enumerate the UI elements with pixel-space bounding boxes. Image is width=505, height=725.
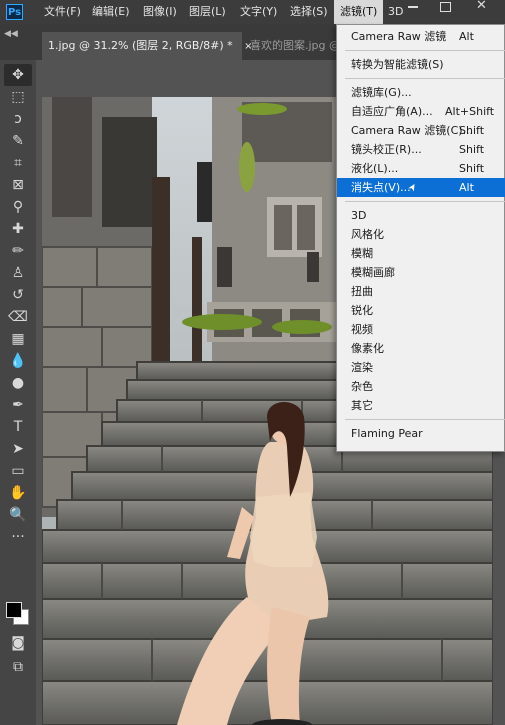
tab-label: 喜欢的图案.jpg @ [250,39,341,52]
menu-item-shortcut: Shift [459,143,485,156]
healing-brush-tool-icon[interactable]: ✚ [4,218,32,240]
tab-inactive-document[interactable]: 喜欢的图案.jpg @ [244,32,340,60]
filter-menu-item[interactable]: 液化(L)... Shift [337,159,505,178]
menu-item-label: 杂色 [351,380,373,393]
pen-tool-icon[interactable]: ✒ [4,394,32,416]
filter-menu-item[interactable]: 锐化 [337,301,505,320]
filter-menu-item[interactable]: 扭曲 [337,282,505,301]
menu-4[interactable]: 文字(Y) [240,0,277,24]
photoshop-logo: Ps [6,4,23,20]
menu-item-label: 像素化 [351,342,384,355]
menu-item-shortcut: Alt [459,30,474,43]
menu-item-shortcut: Alt+Shift [445,105,495,118]
menu-6[interactable]: 滤镜(T) [334,0,384,24]
filter-menu-item[interactable]: Camera Raw 滤镜 Alt [337,27,505,46]
filter-menu-item[interactable]: 风格化 [337,225,505,244]
lasso-tool-icon[interactable]: ↄ [4,108,32,130]
menu-item-shortcut: Shift [459,124,485,137]
photoshop-window: Ps 文件(F) 编辑(E) 图像(I) 图层(L) 文字(Y) 选择(S) 滤镜(T) 3D… [0,0,505,725]
filter-menu-item[interactable]: 3D [337,206,505,225]
menu-separator [345,201,505,202]
marquee-tool-icon[interactable]: ⬚ [4,86,32,108]
filter-menu-dropdown: Camera Raw 滤镜 Alt 转换为智能滤镜(S) 滤镜库(G)... 自适应广角… [336,24,505,452]
menu-item-label: 模糊画廊 [351,266,395,279]
menu-item-label: 转换为智能滤镜(S) [351,58,444,71]
menu-item-label: 镜头校正(R)... [351,143,422,156]
tab-label: 1.jpg @ 31.2% (图层 2, RGB/8#) * [48,39,233,52]
menu-item-label: 视频 [351,323,373,336]
menu-item-label: Camera Raw 滤镜(C)... [351,124,474,137]
filter-menu-item[interactable]: 转换为智能滤镜(S) [337,55,505,74]
maximize-icon[interactable] [440,2,451,12]
gradient-tool-icon[interactable]: ▦ [4,328,32,350]
filter-menu-item[interactable]: 视频 [337,320,505,339]
blur-tool-icon[interactable]: 💧 [4,350,32,372]
menu-item-label: 扭曲 [351,285,373,298]
menu-3[interactable]: 图层(L) [189,0,226,24]
menu-item-label: Camera Raw 滤镜 [351,30,447,43]
menu-item-label: 锐化 [351,304,373,317]
clone-stamp-tool-icon[interactable]: ♙ [4,262,32,284]
tab-active-document[interactable]: 1.jpg @ 31.2% (图层 2, RGB/8#) * × [42,32,253,60]
minimize-icon[interactable] [408,6,418,8]
filter-menu-item[interactable]: Camera Raw 滤镜(C)... Shift [337,121,505,140]
menu-item-label: 滤镜库(G)... [351,86,412,99]
eyedropper-tool-icon[interactable]: ⚲ [4,196,32,218]
menu-item-label: Flaming Pear [351,427,423,440]
quick-mask-icon[interactable]: ◙ [4,632,32,654]
screen-mode-icon[interactable]: ⧉ [4,656,32,678]
more-tools-icon[interactable]: ··· [4,526,32,548]
menu-separator [345,50,505,51]
collapse-panel-icon[interactable]: ◀◀ [4,29,18,39]
menu-bar: Ps 文件(F) 编辑(E) 图像(I) 图层(L) 文字(Y) 选择(S) 滤镜(T) 3D… [0,0,505,24]
menu-separator [345,419,505,420]
menu-separator [345,78,505,79]
shape-tool-icon[interactable]: ▭ [4,460,32,482]
filter-menu-item[interactable]: 渲染 [337,358,505,377]
menu-item-label: 3D [351,209,367,222]
filter-menu-item[interactable]: 模糊 [337,244,505,263]
menu-item-label: 其它 [351,399,373,412]
filter-menu-item[interactable]: 杂色 [337,377,505,396]
crop-tool-icon[interactable]: ⌗ [4,152,32,174]
path-selection-tool-icon[interactable]: ➤ [4,438,32,460]
tools-panel: ✥ ⬚ ↄ ✎ ⌗ ⊠ ⚲ ✚ ✏ ♙ ↺ ⌫ ▦ 💧 ● ✒ T ➤ ▭ ✋ 🔍 ··· ◙ ⧉ [0,60,37,725]
history-brush-tool-icon[interactable]: ↺ [4,284,32,306]
menu-5[interactable]: 选择(S) [290,0,328,24]
filter-menu-item[interactable]: 消失点(V)... Alt ➤ [337,178,505,197]
filter-menu-item[interactable]: 自适应广角(A)... Alt+Shift [337,102,505,121]
foreground-color-swatch[interactable] [6,602,22,618]
menu-item-shortcut: Shift [459,162,485,175]
menu-0[interactable]: 文件(F) [44,0,81,24]
menu-7[interactable]: 3D [388,0,403,24]
filter-menu-item[interactable]: 像素化 [337,339,505,358]
menu-item-label: 模糊 [351,247,373,260]
menu-item-label: 消失点(V)... [351,181,411,194]
menu-item-shortcut: Alt [459,181,474,194]
brush-tool-icon[interactable]: ✏ [4,240,32,262]
move-tool-icon[interactable]: ✥ [4,64,32,86]
filter-menu-item[interactable]: 其它 [337,396,505,415]
dodge-tool-icon[interactable]: ● [4,372,32,394]
hand-tool-icon[interactable]: ✋ [4,482,32,504]
quick-selection-tool-icon[interactable]: ✎ [4,130,32,152]
type-tool-icon[interactable]: T [4,416,32,438]
menu-item-label: 自适应广角(A)... [351,105,433,118]
menu-item-label: 渲染 [351,361,373,374]
zoom-tool-icon[interactable]: 🔍 [4,504,32,526]
menu-1[interactable]: 编辑(E) [92,0,130,24]
frame-tool-icon[interactable]: ⊠ [4,174,32,196]
close-window-icon[interactable]: ✕ [476,0,487,13]
filter-menu-item[interactable]: 滤镜库(G)... [337,83,505,102]
menu-item-label: 风格化 [351,228,384,241]
filter-menu-item[interactable]: 模糊画廊 [337,263,505,282]
eraser-tool-icon[interactable]: ⌫ [4,306,32,328]
menu-2[interactable]: 图像(I) [143,0,177,24]
menu-item-label: 液化(L)... [351,162,399,175]
filter-menu-item[interactable]: 镜头校正(R)... Shift [337,140,505,159]
filter-menu-item[interactable]: Flaming Pear [337,424,505,443]
